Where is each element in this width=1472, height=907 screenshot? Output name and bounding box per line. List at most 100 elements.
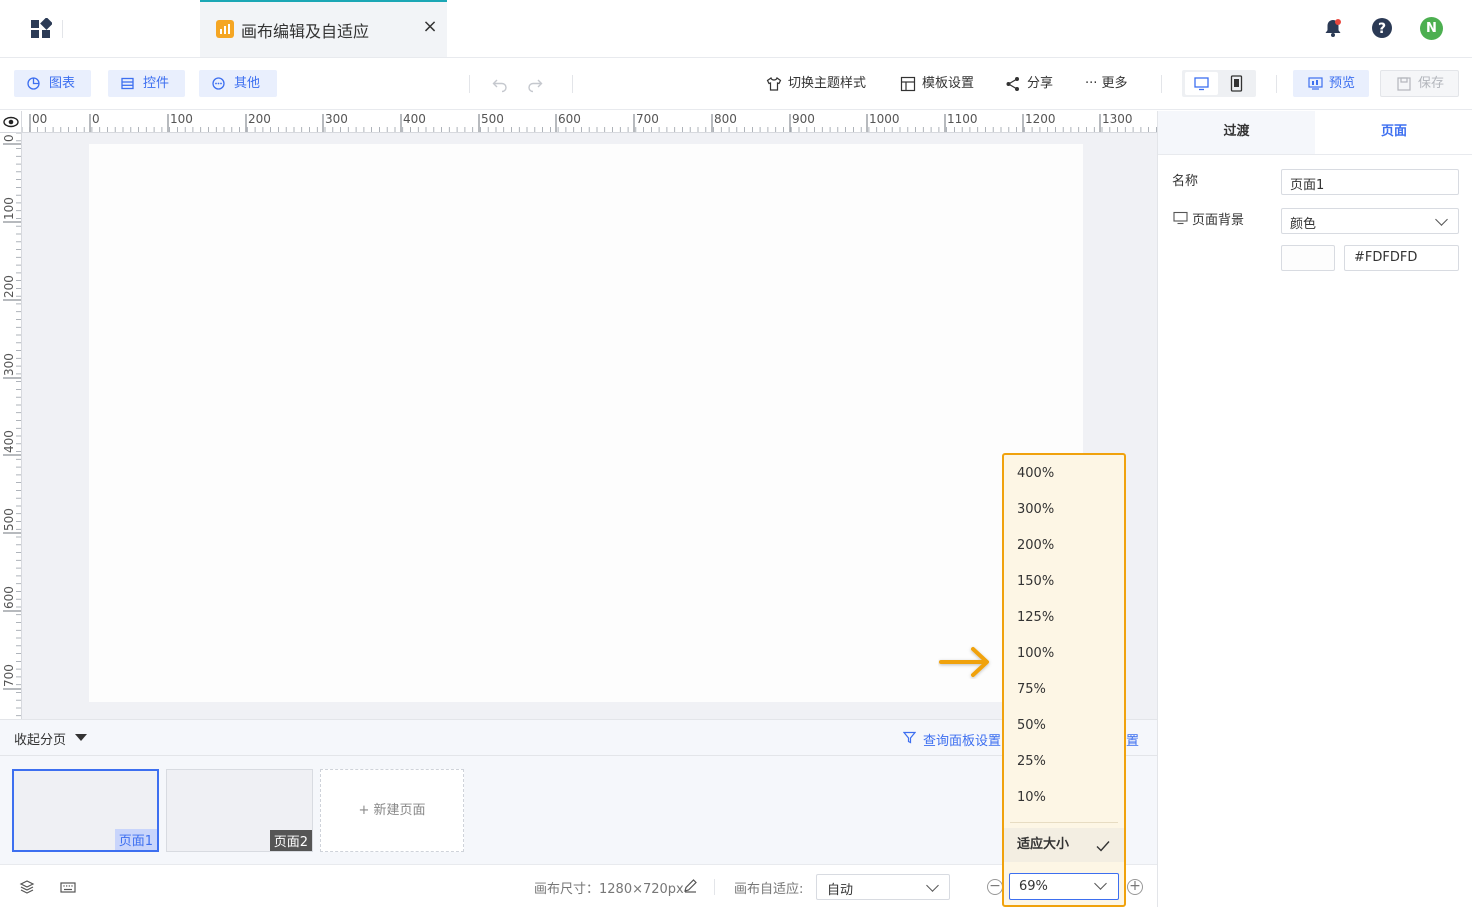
other-button[interactable]: 其他	[199, 70, 277, 97]
horizontal-ruler: 00 0 100 200 300 400 500 600 700 800 900 1000 1100 12…	[22, 111, 1157, 133]
page-name-input[interactable]: 页面1	[1281, 169, 1459, 195]
ruler-label: 00	[32, 112, 47, 126]
color-swatch[interactable]	[1281, 245, 1335, 271]
more-circle-icon	[212, 77, 225, 90]
mobile-view-button[interactable]	[1220, 72, 1253, 95]
ruler-label: 700	[636, 112, 659, 126]
divider	[62, 20, 63, 38]
ruler-label: 500	[481, 112, 504, 126]
canvas-size-text: 画布尺寸：1280×720px	[534, 882, 684, 897]
page-name-value: 页面1	[1290, 178, 1325, 193]
properties-tabs: 过渡 页面	[1158, 111, 1472, 155]
zoom-out-icon[interactable]: −	[987, 879, 1003, 895]
divider	[714, 879, 715, 895]
page-bar: 收起分页 查询面板设置 置 页面1 页面2 + 新建页面	[0, 719, 1157, 864]
ruler-label: 500	[2, 508, 16, 531]
charts-button[interactable]: 图表	[14, 70, 91, 97]
user-avatar[interactable]: N	[1420, 17, 1443, 40]
divider	[1010, 822, 1118, 823]
ruler-label: 1000	[869, 112, 900, 126]
template-settings-button[interactable]: 模板设置	[900, 75, 980, 93]
charts-label: 图表	[49, 76, 76, 91]
phone-icon	[1230, 75, 1243, 92]
pie-chart-icon	[27, 77, 40, 90]
caret-down-icon[interactable]	[75, 734, 87, 741]
zoom-option[interactable]: 300%	[1004, 492, 1124, 528]
page-thumbnail-1[interactable]: 页面1	[12, 769, 159, 852]
notification-bell-icon[interactable]	[1322, 17, 1344, 39]
dashboard-icon	[216, 20, 234, 38]
ruler-label: 300	[325, 112, 348, 126]
zoom-option[interactable]: 400%	[1004, 456, 1124, 492]
monitor-icon	[1194, 77, 1209, 91]
zoom-option[interactable]: 25%	[1004, 744, 1124, 780]
more-button[interactable]: ··· 更多	[1085, 75, 1140, 93]
zoom-in-icon[interactable]: +	[1127, 879, 1143, 895]
ruler-label: 300	[2, 353, 16, 376]
save-button[interactable]: 保存	[1380, 70, 1459, 97]
divider	[469, 75, 470, 93]
share-label: 分享	[1027, 76, 1054, 91]
check-icon	[1096, 841, 1110, 852]
ruler-label: 0	[2, 134, 16, 142]
zoom-option[interactable]: 10%	[1004, 780, 1124, 816]
share-button[interactable]: 分享	[1005, 75, 1057, 93]
zoom-option[interactable]: 125%	[1004, 600, 1124, 636]
tab-canvas-editing[interactable]: 画布编辑及自适应 ×	[200, 0, 447, 57]
svg-text:?: ?	[1378, 21, 1386, 37]
chevron-down-icon	[926, 879, 939, 892]
page-canvas[interactable]	[89, 144, 1083, 702]
zoom-option[interactable]: 200%	[1004, 528, 1124, 564]
zoom-option[interactable]: 100%	[1004, 636, 1124, 672]
help-icon[interactable]: ?	[1371, 17, 1393, 39]
close-icon[interactable]: ×	[419, 16, 441, 38]
other-label: 其他	[234, 76, 261, 91]
ruler-label: 800	[714, 112, 737, 126]
theme-label: 切换主题样式	[788, 76, 867, 91]
apps-grid-icon[interactable]	[30, 18, 52, 40]
ruler-label: 600	[558, 112, 581, 126]
ruler-label: 700	[2, 664, 16, 687]
background-type-select[interactable]: 颜色	[1281, 208, 1459, 234]
page-background-label: 页面背景	[1192, 213, 1245, 228]
settings-link[interactable]: 置	[1126, 730, 1139, 749]
page-thumbnail-label: 页面1	[114, 829, 157, 850]
template-icon	[900, 76, 916, 92]
tab-page[interactable]: 页面	[1315, 111, 1472, 154]
zoom-option[interactable]: 150%	[1004, 564, 1124, 600]
controls-button[interactable]: 控件	[108, 70, 185, 97]
controls-label: 控件	[143, 76, 170, 91]
ruler-label: 600	[2, 586, 16, 609]
save-icon	[1397, 77, 1411, 91]
canvas-adapt-select[interactable]: 自动	[816, 874, 950, 900]
desktop-view-button[interactable]	[1185, 72, 1218, 95]
chevron-down-icon	[1435, 213, 1448, 226]
zoom-option[interactable]: 75%	[1004, 672, 1124, 708]
page-thumbnail-2[interactable]: 页面2	[166, 769, 313, 852]
canvas-workspace[interactable]: 00 0 100 200 300 400 500 600 700 800 900 1000 1100 12…	[0, 111, 1157, 719]
new-page-button[interactable]: + 新建页面	[320, 769, 464, 852]
preview-button[interactable]: 预览	[1293, 70, 1369, 97]
more-label: ··· 更多	[1085, 76, 1128, 91]
redo-icon[interactable]	[526, 75, 544, 93]
tab-transition[interactable]: 过渡	[1158, 111, 1315, 154]
color-hex-input[interactable]: #FDFDFD	[1344, 245, 1459, 271]
ruler-label: 200	[2, 275, 16, 298]
query-settings-label: 查询面板设置	[923, 734, 1002, 749]
layers-icon[interactable]	[19, 879, 35, 895]
zoom-option[interactable]: 50%	[1004, 708, 1124, 744]
edit-icon[interactable]	[683, 878, 698, 893]
device-switch	[1182, 70, 1256, 97]
ruler-label: 400	[2, 430, 16, 453]
zoom-select[interactable]: 69%	[1009, 873, 1119, 900]
eye-icon[interactable]	[0, 111, 22, 133]
preview-icon	[1308, 77, 1323, 90]
arrow-right-icon	[939, 647, 989, 677]
keyboard-icon[interactable]	[60, 879, 76, 895]
undo-icon[interactable]	[491, 75, 509, 93]
ruler-corner	[0, 111, 22, 133]
theme-switch-button[interactable]: 切换主题样式	[766, 75, 876, 93]
ruler-label: 0	[92, 112, 100, 126]
chevron-down-icon	[1094, 877, 1107, 890]
collapse-pages-toggle[interactable]: 收起分页	[14, 729, 66, 748]
